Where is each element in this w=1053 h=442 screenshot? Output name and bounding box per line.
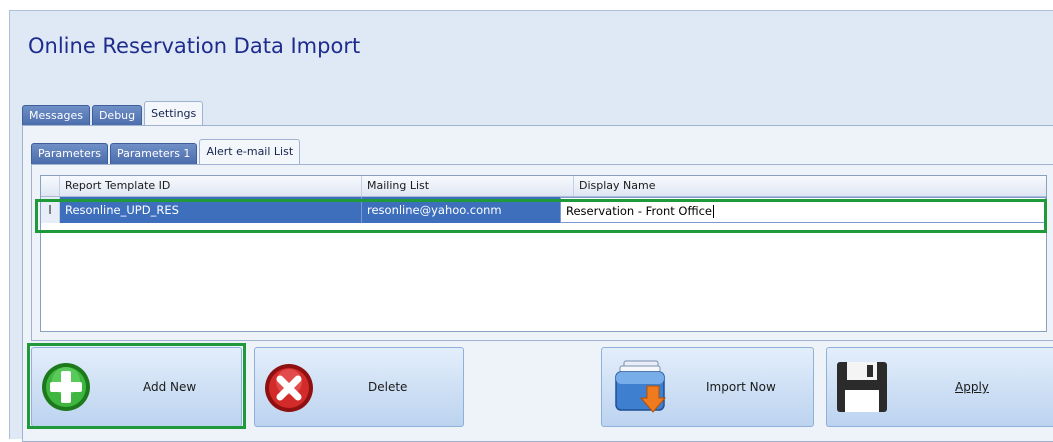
cell-report-template-id[interactable]: Resonline_UPD_RES — [60, 197, 362, 223]
delete-label: Delete — [368, 380, 408, 394]
table-row[interactable]: Resonline_UPD_RES resonline@yahoo.conm R… — [41, 197, 1046, 223]
import-now-label: Import Now — [706, 380, 776, 394]
cell-display-name-editor[interactable]: Reservation - Front Office — [560, 197, 1046, 223]
column-header-report-template-id[interactable]: Report Template ID — [60, 176, 362, 196]
import-icon — [615, 360, 667, 413]
plus-circle-icon — [42, 363, 90, 411]
tab-debug[interactable]: Debug — [91, 105, 143, 126]
main-tab-bar: Messages Debug Settings — [22, 101, 205, 126]
row-indicator-header — [41, 176, 60, 196]
tab-settings[interactable]: Settings — [144, 101, 204, 126]
floppy-disk-icon — [837, 362, 887, 412]
apply-button[interactable]: Apply — [826, 347, 1053, 427]
column-header-mailing-list[interactable]: Mailing List — [362, 176, 574, 196]
tab-parameters[interactable]: Parameters — [31, 143, 108, 164]
tab-alert-email-list[interactable]: Alert e-mail List — [199, 139, 301, 164]
tab-messages[interactable]: Messages — [22, 105, 90, 126]
add-new-button[interactable]: Add New — [31, 347, 242, 427]
text-caret — [713, 205, 714, 218]
cell-display-name-text: Reservation - Front Office — [566, 204, 712, 218]
sub-tab-bar: Parameters Parameters 1 Alert e-mail Lis… — [31, 139, 302, 164]
import-now-button[interactable]: Import Now — [601, 347, 814, 427]
delete-button[interactable]: Delete — [254, 347, 464, 427]
add-new-label: Add New — [143, 380, 197, 394]
column-header-display-name[interactable]: Display Name — [574, 176, 1046, 196]
cell-mailing-list[interactable]: resonline@yahoo.conm — [362, 197, 574, 223]
alert-email-grid[interactable]: Report Template ID Mailing List Display … — [40, 175, 1047, 332]
x-circle-icon — [265, 364, 313, 412]
page-title: Online Reservation Data Import — [28, 34, 361, 58]
tab-parameters-1[interactable]: Parameters 1 — [109, 143, 198, 164]
apply-label: Apply — [955, 380, 989, 394]
grid-header: Report Template ID Mailing List Display … — [41, 176, 1046, 197]
